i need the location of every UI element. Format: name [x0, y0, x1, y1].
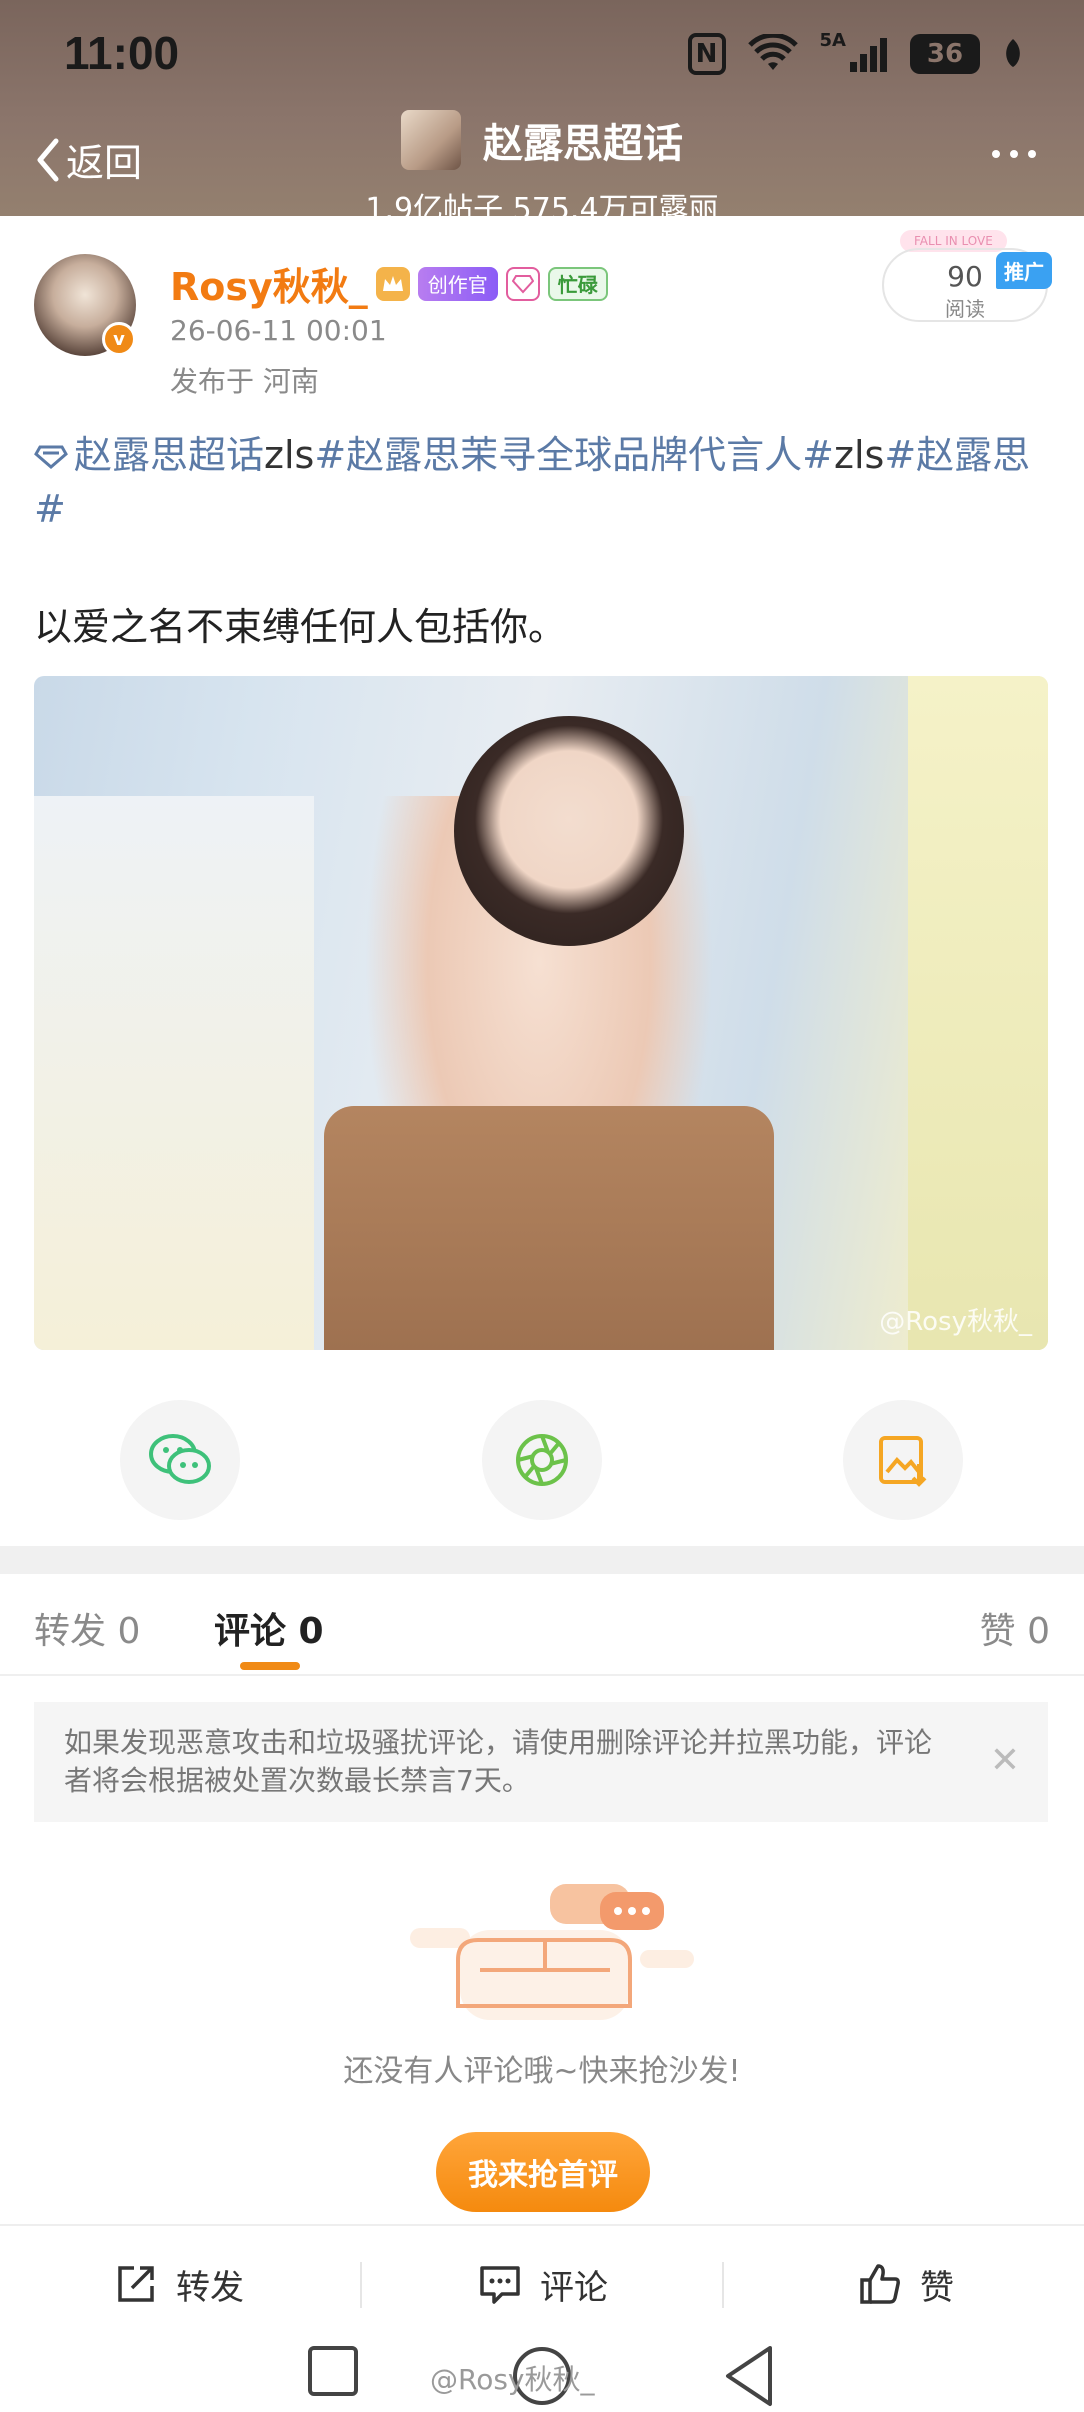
notice-text: 如果发现恶意攻击和垃圾骚扰评论，请使用删除评论并拉黑功能，评论者将会根据被处置次… — [64, 1726, 933, 1797]
save-image-icon — [879, 1436, 927, 1487]
share-row — [0, 1400, 1084, 1520]
diamond-topic-icon — [34, 445, 68, 469]
first-comment-button[interactable]: 我来抢首评 — [436, 2132, 650, 2212]
topic-link-1[interactable]: 赵露思超话 — [74, 433, 264, 477]
comment-icon — [480, 2266, 520, 2304]
like-label: 赞 — [920, 2267, 954, 2308]
tab-like[interactable]: 赞 0 — [980, 1602, 1050, 1654]
network-label: 5A — [819, 30, 846, 51]
post-image[interactable]: @Rosy秋秋_ — [34, 676, 1048, 1350]
dot-icon — [1010, 150, 1018, 158]
empty-comments-text: 还没有人评论哦~快来抢沙发! — [343, 2054, 741, 2089]
leaf-icon — [1002, 32, 1024, 76]
image-background-left — [34, 796, 314, 1350]
status-time: 11:00 — [64, 27, 180, 79]
busy-badge[interactable]: 忙碌 — [547, 266, 608, 301]
more-options-button[interactable] — [992, 150, 1036, 158]
promo-tag[interactable]: 推广 — [996, 252, 1052, 289]
camera-aperture-icon — [516, 1434, 568, 1486]
status-icons: N 5A 36 — [687, 32, 1024, 76]
signal-icon: 5A — [820, 32, 888, 76]
read-label: 阅读 — [945, 297, 985, 321]
battery-level: 36 — [926, 39, 964, 69]
moments-share-button[interactable] — [482, 1400, 602, 1520]
tag-text-1: zls — [264, 433, 315, 477]
battery-icon: 36 — [910, 34, 980, 74]
action-divider — [360, 2262, 362, 2308]
topic-info[interactable]: 赵露思超话 1.9亿帖子 575.4万可露丽 — [0, 110, 1084, 228]
recent-apps-button[interactable] — [306, 2344, 360, 2402]
tab-repost[interactable]: 转发 0 — [34, 1602, 140, 1654]
triangle-back-icon — [726, 2346, 772, 2406]
topic-link-2[interactable]: #赵露思茉寻全球品牌代言人# — [314, 433, 834, 477]
creator-badge[interactable]: 创作官 — [417, 266, 498, 301]
action-divider — [722, 2262, 724, 2308]
repost-button[interactable]: 转发 — [114, 2226, 244, 2342]
post-location: 发布于 河南 — [170, 365, 319, 398]
tab-comment[interactable]: 评论 0 — [214, 1602, 324, 1654]
comment-button[interactable]: 评论 — [478, 2226, 608, 2342]
dot-icon — [992, 150, 1000, 158]
nfc-icon: N — [687, 33, 726, 75]
back-nav-button[interactable] — [722, 2344, 776, 2412]
save-image-button[interactable] — [843, 1400, 963, 1520]
close-icon[interactable]: ✕ — [990, 1742, 1020, 1780]
verified-badge-icon: v — [102, 322, 136, 356]
section-divider — [0, 1546, 1084, 1574]
dot-icon — [1028, 150, 1036, 158]
image-watermark: @Rosy秋秋_ — [879, 1307, 1032, 1337]
square-icon — [308, 2346, 358, 2396]
image-background-right — [908, 676, 1048, 1350]
system-nav-bar: @Rosy秋秋_ — [0, 2340, 1084, 2412]
gem-badge-icon[interactable] — [505, 266, 540, 301]
author-row: Rosy秋秋_ 创作官 忙碌 — [170, 256, 608, 311]
wechat-icon — [149, 1434, 211, 1484]
comment-notice: 如果发现恶意攻击和垃圾骚扰评论，请使用删除评论并拉黑功能，评论者将会根据被处置次… — [34, 1702, 1048, 1822]
topic-header: 11:00 N 5A 36 返回 赵露思超话 1.9亿帖子 575.4万可露丽 — [0, 0, 1084, 227]
post-text: 以爱之名不束缚任何人包括你。 — [34, 605, 567, 649]
crown-badge-icon[interactable] — [375, 266, 410, 301]
tag-text-2: zls — [834, 433, 885, 477]
repost-label: 转发 — [176, 2267, 244, 2308]
post-tags: 赵露思超话zls#赵露思茉寻全球品牌代言人#zls#赵露思# — [34, 428, 1054, 536]
author-name[interactable]: Rosy秋秋_ — [170, 256, 368, 311]
topic-title: 赵露思超话 — [483, 121, 683, 167]
image-head — [454, 716, 684, 946]
bottom-action-bar: 转发 评论 赞 — [0, 2224, 1084, 2340]
wechat-share-button[interactable] — [120, 1400, 240, 1520]
like-button[interactable]: 赞 — [858, 2226, 954, 2342]
topic-thumbnail — [401, 110, 461, 170]
thumbs-up-icon — [860, 2264, 900, 2304]
comment-label: 评论 — [540, 2267, 608, 2308]
wifi-icon — [747, 32, 798, 76]
screenshot-watermark: @Rosy秋秋_ — [430, 2363, 595, 2396]
repost-icon — [118, 2266, 154, 2302]
image-dress — [324, 1106, 774, 1350]
active-tab-indicator — [240, 1662, 300, 1670]
empty-sofa-illustration — [410, 1884, 694, 2020]
post-time: 26-06-11 00:01 — [170, 314, 387, 347]
interaction-tabs: 转发 0 评论 0 赞 0 — [0, 1574, 1084, 1676]
